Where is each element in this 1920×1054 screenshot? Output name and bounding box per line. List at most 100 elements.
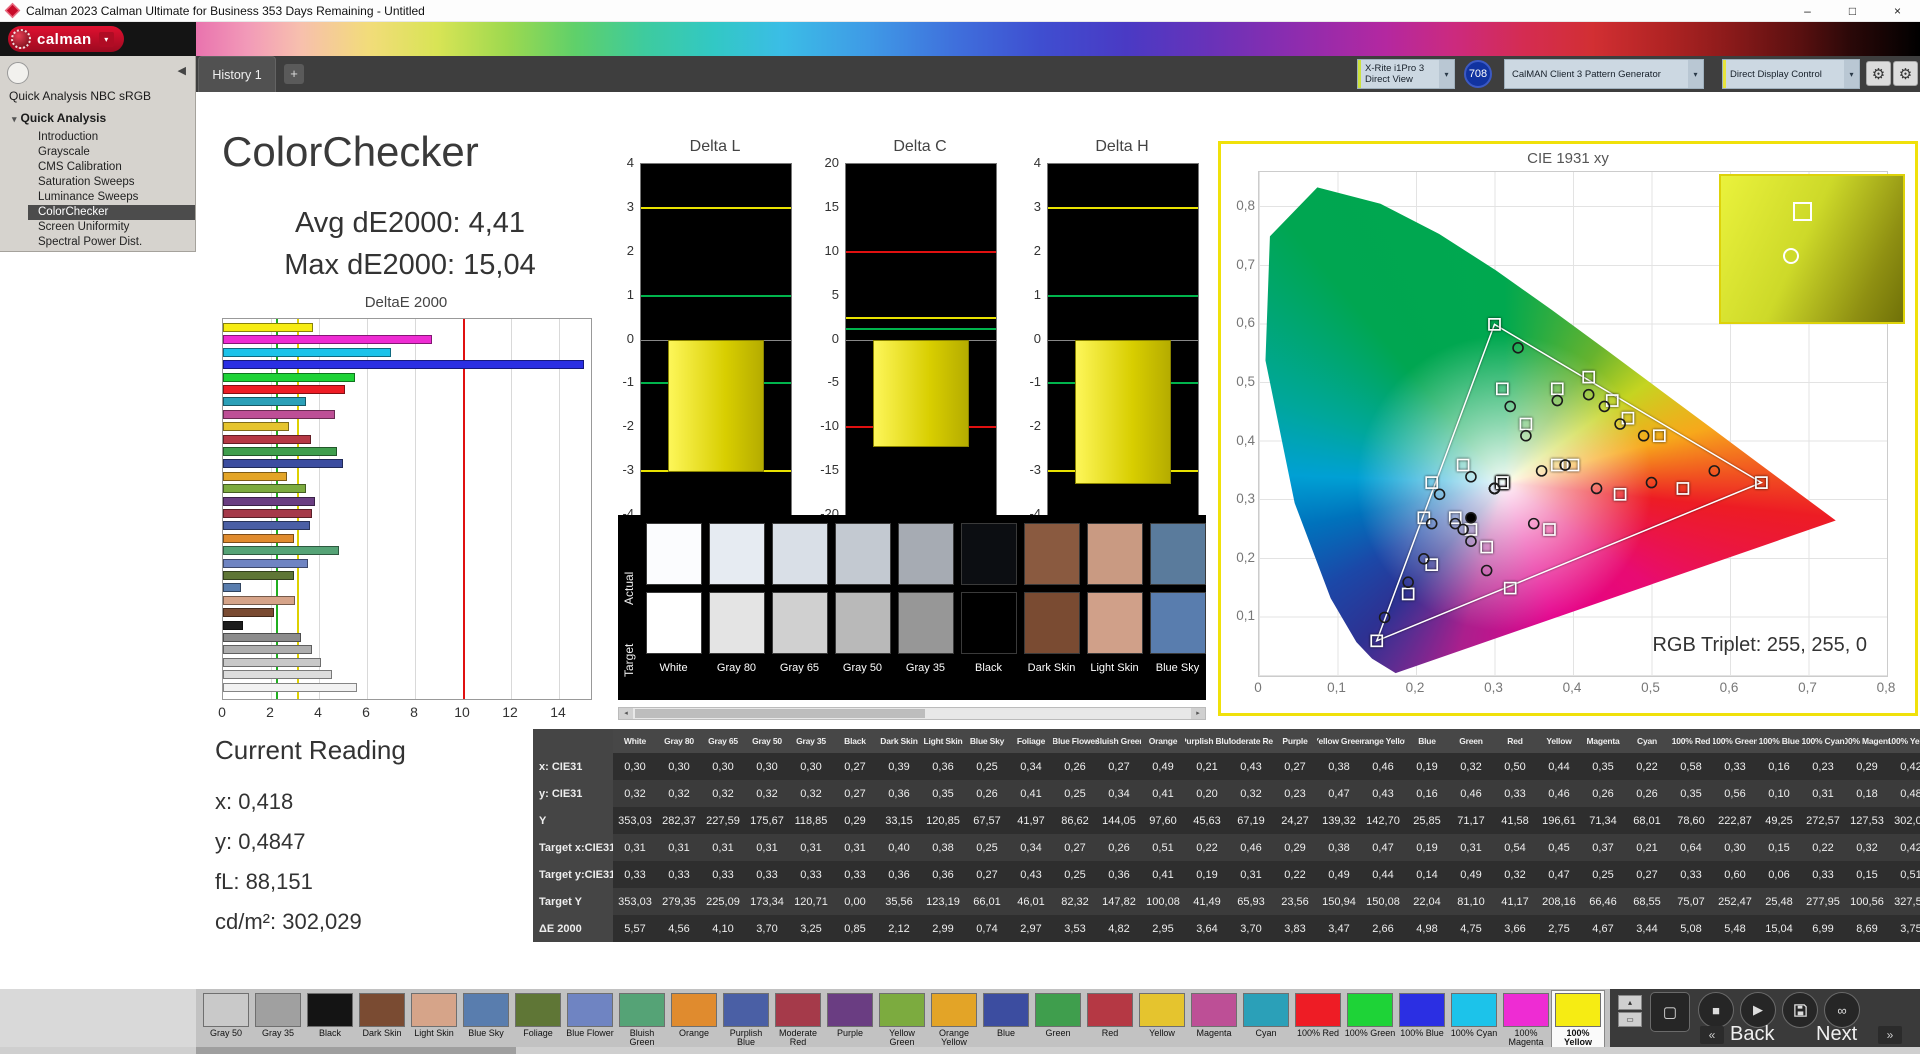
stop-button[interactable]: ■ — [1698, 992, 1734, 1028]
pattern-swatch-bluish-green[interactable]: Bluish Green — [616, 991, 668, 1048]
pattern-swatch-blue[interactable]: Blue — [980, 991, 1032, 1048]
next-button[interactable]: Next — [1816, 1023, 1857, 1046]
inset-target-marker — [1793, 202, 1812, 221]
actual-swatch — [897, 523, 954, 585]
sidebar-round-button[interactable] — [7, 62, 29, 84]
pattern-swatch-green[interactable]: Green — [1032, 991, 1084, 1048]
sidebar-item-colorchecker[interactable]: ColorChecker — [28, 205, 195, 220]
table-cell: 0,18 — [1845, 780, 1889, 807]
cie-measured-point — [1559, 459, 1571, 471]
delta-h-chart: Delta H 4 3 2 1 0 -1 -2 -3 -4 — [997, 138, 1203, 521]
back-chevron-icon[interactable]: « — [1700, 1026, 1724, 1044]
pattern-dropdown-icon[interactable]: ▾ — [1688, 60, 1703, 88]
calman-logo-menu[interactable]: calman ▾ — [8, 26, 124, 52]
table-corner-cell — [533, 729, 613, 753]
gridline — [559, 319, 560, 699]
table-cell: 2,99 — [921, 915, 965, 942]
table-cell: 0,38 — [921, 834, 965, 861]
display-control-selector[interactable]: Direct Display Control ▾ — [1722, 59, 1860, 89]
sidebar-item-luminance-sweeps[interactable]: Luminance Sweeps — [0, 190, 195, 205]
pattern-window-button[interactable]: ▢ — [1650, 992, 1690, 1032]
save-button[interactable] — [1782, 992, 1818, 1028]
settings-gear-icon[interactable]: ⚙ — [1866, 61, 1891, 86]
pattern-swatch-100-red[interactable]: 100% Red — [1292, 991, 1344, 1048]
pattern-swatch-light-skin[interactable]: Light Skin — [408, 991, 460, 1048]
pattern-swatch-gray-50[interactable]: Gray 50 — [200, 991, 252, 1048]
table-cell: 0,44 — [1361, 861, 1405, 888]
pattern-swatch-gray-35[interactable]: Gray 35 — [252, 991, 304, 1048]
logo-dropdown-icon[interactable]: ▾ — [98, 31, 114, 47]
table-cell: 45,63 — [1185, 807, 1229, 834]
pattern-swatch-red[interactable]: Red — [1084, 991, 1136, 1048]
pattern-swatch-dark-skin[interactable]: Dark Skin — [356, 991, 408, 1048]
pattern-label: Foliage — [523, 1029, 553, 1038]
pattern-generator-selector[interactable]: CalMAN Client 3 Pattern Generator ▾ — [1504, 59, 1704, 89]
window-small-icon[interactable]: ▭ — [1618, 1012, 1642, 1027]
pattern-swatch-orange[interactable]: Orange — [668, 991, 720, 1048]
table-cell: 0,36 — [1097, 861, 1141, 888]
pattern-swatch-foliage[interactable]: Foliage — [512, 991, 564, 1048]
pattern-swatch-cyan[interactable]: Cyan — [1240, 991, 1292, 1048]
table-column-header: Gray 80 — [657, 729, 701, 753]
sidebar-collapse-icon[interactable]: ◀ — [178, 64, 186, 77]
workflow-gear-icon[interactable]: ⚙ — [1893, 61, 1918, 86]
pattern-swatch-purple[interactable]: Purple — [824, 991, 876, 1048]
sidebar-item-saturation-sweeps[interactable]: Saturation Sweeps — [0, 175, 195, 190]
pattern-swatch-yellow[interactable]: Yellow — [1136, 991, 1188, 1048]
deltae-bar-red — [223, 434, 311, 444]
tab-history-1[interactable]: History 1 — [198, 56, 276, 92]
actual-swatch — [771, 523, 828, 585]
deltae-bar-100-yellow — [223, 323, 313, 332]
deltae-chart-title: DeltaE 2000 — [364, 294, 448, 311]
limit-line — [1048, 294, 1198, 297]
pattern-swatch-black[interactable]: Black — [304, 991, 356, 1048]
bottom-scrollbar-thumb[interactable] — [196, 1047, 516, 1054]
meter-selector[interactable]: X-Rite i1Pro 3 Direct View ▾ — [1357, 59, 1455, 89]
table-cell: 4,10 — [701, 915, 745, 942]
eject-icon[interactable]: ▴ — [1618, 995, 1642, 1010]
pattern-swatch-moderate-red[interactable]: Moderate Red — [772, 991, 824, 1048]
display-dropdown-icon[interactable]: ▾ — [1844, 60, 1859, 88]
pattern-swatch-yellow-green[interactable]: Yellow Green — [876, 991, 928, 1048]
sidebar-item-introduction[interactable]: Introduction — [0, 130, 195, 145]
pattern-swatch-100-green[interactable]: 100% Green — [1344, 991, 1396, 1048]
sidebar-item-screen-uniformity[interactable]: Screen Uniformity — [0, 220, 195, 235]
add-tab-button[interactable]: + — [284, 64, 304, 84]
sidebar-root-node[interactable]: ▾ Quick Analysis — [12, 111, 106, 125]
back-button[interactable]: Back — [1730, 1023, 1774, 1046]
sidebar-item-grayscale[interactable]: Grayscale — [0, 145, 195, 160]
pattern-color — [1347, 993, 1393, 1027]
meter-dropdown-icon[interactable]: ▾ — [1439, 60, 1454, 88]
pattern-swatch-magenta[interactable]: Magenta — [1188, 991, 1240, 1048]
table-cell: 41,49 — [1185, 888, 1229, 915]
pattern-swatch-blue-sky[interactable]: Blue Sky — [460, 991, 512, 1048]
pattern-swatch-orange-yellow[interactable]: Orange Yellow — [928, 991, 980, 1048]
scroll-right-icon[interactable]: ▸ — [1191, 708, 1205, 719]
pattern-swatch-blue-flower[interactable]: Blue Flower — [564, 991, 616, 1048]
next-chevron-icon[interactable]: » — [1878, 1026, 1902, 1044]
table-row-target-y-cie31: Target y:CIE31 0,33 0,33 0,33 0,33 0,33 0,33 0,… — [533, 861, 1920, 888]
minimize-button[interactable]: – — [1785, 0, 1830, 21]
pattern-swatch-purplish-blue[interactable]: Purplish Blue — [720, 991, 772, 1048]
pattern-swatch-100-yellow[interactable]: 100% Yellow — [1551, 990, 1605, 1049]
sidebar-item-cms-calibration[interactable]: CMS Calibration — [0, 160, 195, 175]
table-cell: 0,25 — [1053, 780, 1097, 807]
table-cell: 0,46 — [1537, 780, 1581, 807]
pattern-label: 100% Yellow — [1563, 1029, 1592, 1047]
pattern-swatch-100-magenta[interactable]: 100% Magenta — [1500, 991, 1552, 1048]
table-cell: 0,33 — [1669, 861, 1713, 888]
pattern-color — [411, 993, 457, 1027]
swatch-grid-scrollbar[interactable]: ◂ ▸ — [618, 707, 1206, 720]
maximize-button[interactable]: □ — [1830, 0, 1875, 21]
deltae-bar-100-magenta — [223, 335, 432, 345]
table-cell: 0,49 — [1449, 861, 1493, 888]
pattern-swatch-100-cyan[interactable]: 100% Cyan — [1448, 991, 1500, 1048]
scrollbar-thumb[interactable] — [635, 709, 925, 718]
pattern-swatch-100-blue[interactable]: 100% Blue — [1396, 991, 1448, 1048]
scroll-left-icon[interactable]: ◂ — [619, 708, 633, 719]
close-button[interactable]: × — [1875, 0, 1920, 21]
table-row-label: y: CIE31 — [533, 780, 613, 807]
table-cell: 0,51 — [1141, 834, 1185, 861]
bottom-scrollbar[interactable] — [0, 1047, 1920, 1054]
sidebar-item-spectral-power-dist[interactable]: Spectral Power Dist. — [0, 235, 195, 250]
